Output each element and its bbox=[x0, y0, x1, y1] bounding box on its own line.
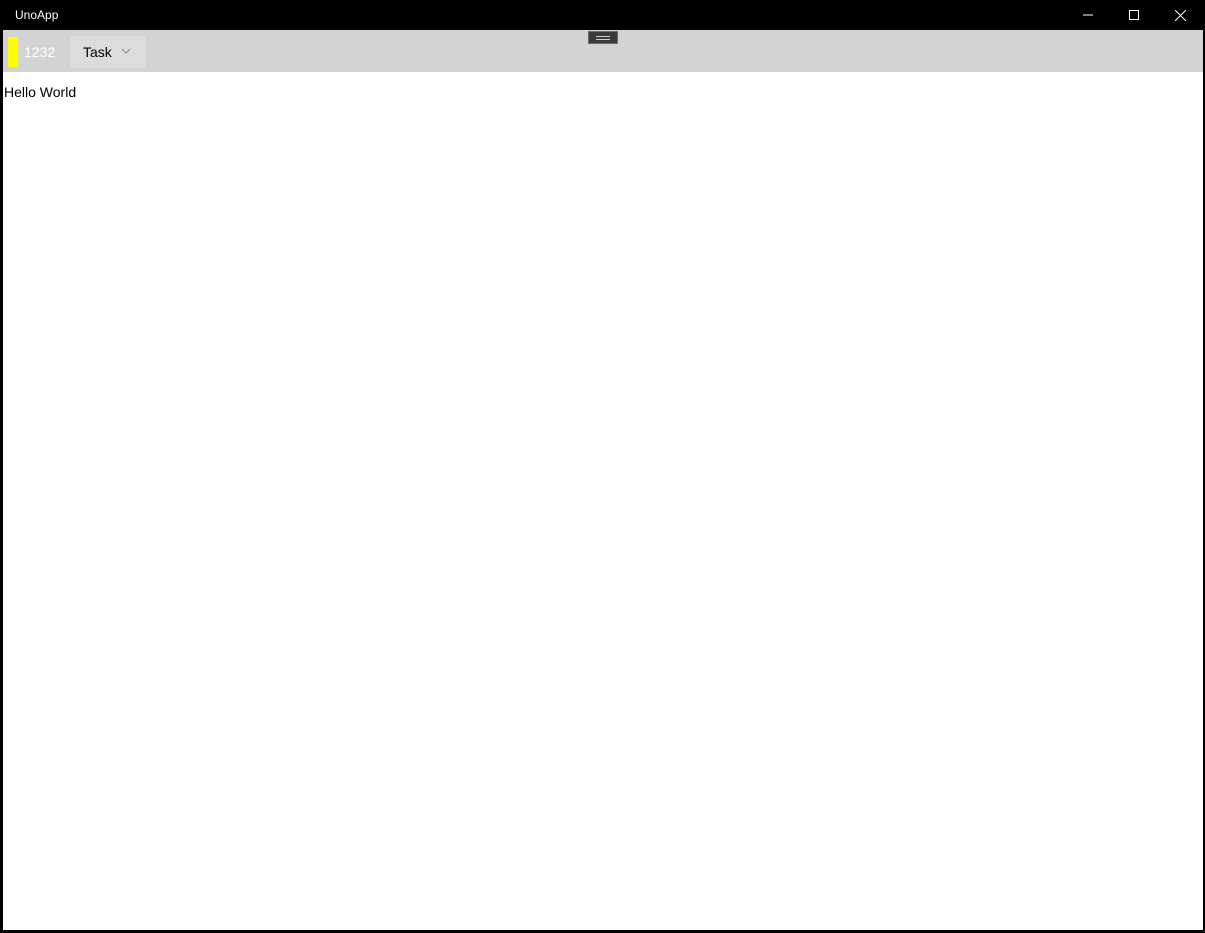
maximize-icon bbox=[1129, 10, 1139, 20]
toolbar: 1232 Task bbox=[3, 30, 1203, 72]
drag-handle-icon[interactable] bbox=[588, 31, 618, 44]
title-bar[interactable]: UnoApp bbox=[0, 0, 1205, 30]
maximize-button[interactable] bbox=[1111, 0, 1157, 30]
app-window: UnoApp 1232 Task Hello World bbox=[0, 0, 1205, 933]
color-marker bbox=[8, 37, 18, 67]
close-button[interactable] bbox=[1157, 0, 1203, 30]
close-icon bbox=[1174, 9, 1186, 21]
chevron-down-icon bbox=[121, 48, 131, 54]
task-dropdown[interactable]: Task bbox=[70, 36, 146, 68]
minimize-icon bbox=[1083, 14, 1093, 16]
task-dropdown-value: Task bbox=[83, 44, 112, 60]
hello-text: Hello World bbox=[4, 84, 77, 100]
app-content: 1232 Task Hello World bbox=[3, 30, 1203, 930]
count-value: 1232 bbox=[24, 44, 56, 60]
minimize-button[interactable] bbox=[1065, 0, 1111, 30]
window-title: UnoApp bbox=[15, 8, 59, 22]
